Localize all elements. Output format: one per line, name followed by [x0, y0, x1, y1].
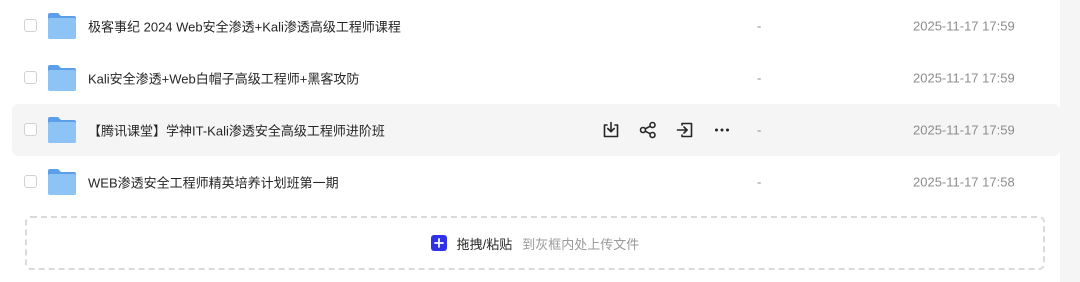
- move-icon: [676, 122, 693, 138]
- more-button[interactable]: [711, 119, 733, 141]
- file-size: -: [757, 122, 762, 138]
- folder-icon: [48, 117, 76, 143]
- file-size: -: [757, 70, 762, 86]
- row-checkbox[interactable]: [24, 19, 37, 32]
- file-row-hovered[interactable]: 【腾讯课堂】学神IT-Kali渗透安全高级工程师进阶班 - 2025-11-17…: [12, 104, 1060, 156]
- file-row[interactable]: Kali安全渗透+Web白帽子高级工程师+黑客攻防 - 2025-11-17 1…: [12, 52, 1060, 104]
- file-row[interactable]: WEB渗透安全工程师精英培养计划班第一期 - 2025-11-17 17:58: [12, 156, 1060, 208]
- folder-icon: [48, 169, 76, 195]
- download-button[interactable]: [600, 119, 622, 141]
- file-row[interactable]: 极客事纪 2024 Web安全渗透+Kali渗透高级工程师课程 - 2025-1…: [12, 0, 1060, 52]
- file-size: -: [757, 174, 762, 190]
- file-modified-time: 2025-11-17 17:58: [913, 174, 1015, 190]
- file-name[interactable]: Kali安全渗透+Web白帽子高级工程师+黑客攻防: [88, 69, 359, 88]
- file-name[interactable]: 【腾讯课堂】学神IT-Kali渗透安全高级工程师进阶班: [88, 121, 385, 140]
- upload-hint: 到灰框内处上传文件: [522, 236, 640, 252]
- file-size: -: [757, 18, 762, 34]
- file-modified-time: 2025-11-17 17:59: [913, 70, 1015, 86]
- scrollbar-track[interactable]: [1060, 0, 1080, 282]
- row-actions: [600, 119, 748, 141]
- more-icon: [715, 128, 729, 132]
- file-modified-time: 2025-11-17 17:59: [913, 18, 1015, 34]
- folder-icon: [48, 65, 76, 91]
- file-modified-time: 2025-11-17 17:59: [913, 122, 1015, 138]
- row-checkbox[interactable]: [24, 71, 37, 84]
- move-button[interactable]: [674, 119, 696, 141]
- file-name[interactable]: 极客事纪 2024 Web安全渗透+Kali渗透高级工程师课程: [88, 17, 401, 36]
- row-checkbox[interactable]: [24, 175, 37, 188]
- plus-icon[interactable]: [430, 235, 447, 251]
- upload-dropzone[interactable]: 拖拽/粘贴 到灰框内处上传文件: [25, 216, 1045, 270]
- share-icon: [639, 121, 656, 139]
- file-list: 极客事纪 2024 Web安全渗透+Kali渗透高级工程师课程 - 2025-1…: [12, 0, 1060, 208]
- folder-icon: [48, 13, 76, 39]
- share-button[interactable]: [637, 119, 659, 141]
- file-name[interactable]: WEB渗透安全工程师精英培养计划班第一期: [88, 173, 339, 192]
- upload-label: 拖拽/粘贴: [456, 236, 513, 252]
- download-icon: [603, 121, 619, 138]
- row-checkbox[interactable]: [24, 123, 37, 136]
